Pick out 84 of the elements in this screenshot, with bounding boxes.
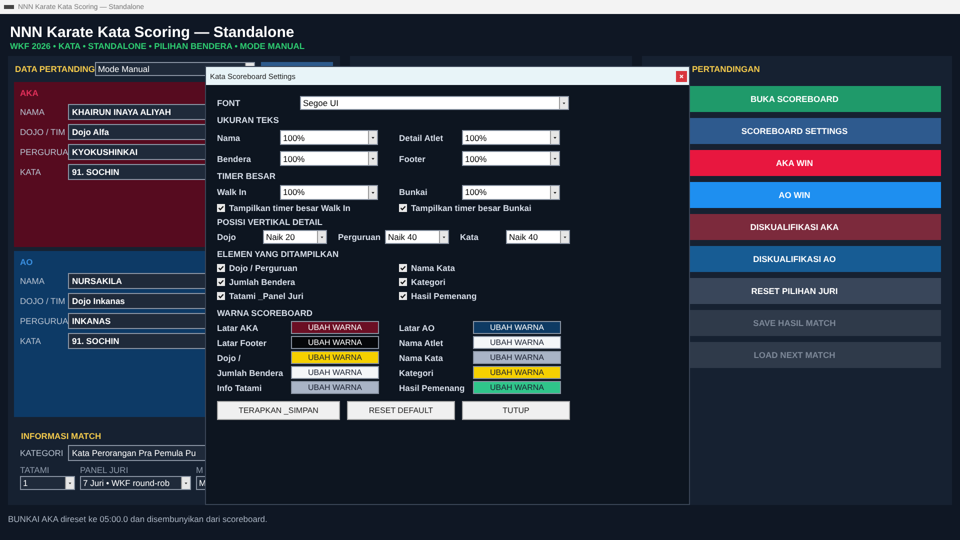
app-subtitle: WKF 2026 • KATA • STANDALONE • PILIHAN BENDERA • MODE MANUAL: [10, 41, 306, 52]
field-label: Detail Atlet: [399, 132, 444, 142]
color-button[interactable]: UBAH WARNA: [291, 381, 379, 394]
field-label: Dojo /: [217, 352, 242, 362]
field-label: Latar Footer: [217, 338, 268, 348]
field-label: Dojo: [217, 232, 237, 242]
field-label: Info Tatami: [217, 382, 263, 392]
dialog-button[interactable]: TERAPKAN _SIMPAN: [217, 401, 340, 420]
size-dropdown[interactable]: 100%: [462, 151, 560, 166]
checkbox[interactable]: [217, 204, 225, 212]
corner-label: AKA: [20, 88, 38, 98]
field-label: TATAMI: [20, 465, 50, 476]
checkbox-label: Nama Kata: [411, 263, 455, 273]
field-label: DOJO / TIM: [20, 126, 66, 137]
checkbox-label: Jumlah Bendera: [229, 277, 296, 287]
status-message: BUNKAI AKA direset ke 05:00.0 dan disembunyikan dari scoreboard.: [8, 514, 268, 524]
field-label: KATA: [20, 166, 42, 177]
checkbox-label: Tampilkan timer besar Walk In: [229, 203, 350, 213]
checkbox[interactable]: [399, 278, 407, 286]
field-label: Footer: [399, 154, 426, 164]
checkbox-label: Tatami _Panel Juri: [229, 291, 304, 301]
field-label: KATA: [20, 336, 42, 346]
section-title: PERTANDINGAN: [691, 64, 760, 74]
field-label: DOJO / TIM: [20, 296, 66, 306]
checkbox[interactable]: [399, 292, 407, 300]
field-label: PERGURUA: [20, 146, 68, 157]
field-label: Latar AKA: [217, 322, 260, 332]
color-button[interactable]: UBAH WARNA: [291, 321, 379, 334]
field-label: M: [196, 465, 204, 476]
dropdown[interactable]: 7 Juri • WKF round-rob: [80, 476, 191, 490]
size-dropdown[interactable]: 100%: [280, 184, 378, 200]
position-dropdown[interactable]: Naik 20: [263, 230, 327, 244]
checkbox[interactable]: [217, 264, 225, 272]
section-title: INFORMASI MATCH: [20, 431, 102, 442]
color-button[interactable]: UBAH WARNA: [473, 321, 561, 334]
field-label: Bunkai: [399, 187, 428, 197]
field-label: NAMA: [20, 276, 46, 286]
color-button[interactable]: UBAH WARNA: [291, 336, 379, 349]
size-dropdown[interactable]: 100%: [462, 130, 560, 145]
section-heading: POSISI VERTIKAL DETAIL: [217, 216, 324, 229]
field-label: KATEGORI: [20, 448, 64, 458]
close-icon[interactable]: [676, 70, 687, 82]
field-label: Hasil Pemenang: [399, 382, 466, 392]
field-label: Nama Kata: [399, 352, 444, 362]
corner-label: AO: [20, 257, 33, 268]
checkbox-label: Dojo / Perguruan: [229, 263, 298, 273]
field-label: PERGURUA: [20, 316, 68, 326]
font-dropdown[interactable]: Segoe UI: [300, 96, 569, 110]
color-button[interactable]: UBAH WARNA: [473, 381, 561, 394]
checkbox[interactable]: [217, 278, 225, 286]
color-button[interactable]: UBAH WARNA: [473, 351, 561, 364]
section-heading: ELEMEN YANG DITAMPILKAN: [217, 248, 340, 261]
checkbox[interactable]: [399, 264, 407, 272]
color-button[interactable]: UBAH WARNA: [291, 366, 379, 379]
field-label: Walk In: [217, 187, 248, 197]
checkbox-label: Tampilkan timer besar Bunkai: [411, 203, 532, 213]
field-label: Kategori: [399, 368, 434, 378]
checkbox[interactable]: [217, 292, 225, 300]
field-label: Latar AO: [399, 322, 436, 332]
color-button[interactable]: UBAH WARNA: [473, 336, 561, 349]
app-title: NNN Karate Kata Scoring — Standalone: [10, 24, 296, 41]
color-button[interactable]: UBAH WARNA: [291, 351, 379, 364]
field-label: Nama Atlet: [399, 338, 444, 348]
field-label: Kata: [460, 232, 480, 242]
color-button[interactable]: UBAH WARNA: [473, 366, 561, 379]
position-dropdown[interactable]: Naik 40: [385, 230, 449, 244]
position-dropdown[interactable]: Naik 40: [506, 230, 570, 244]
dialog-button[interactable]: TUTUP: [462, 401, 570, 420]
field-label: Nama: [217, 132, 242, 142]
size-dropdown[interactable]: 100%: [462, 184, 560, 200]
field-label: Jumlah Bendera: [217, 368, 284, 378]
app-icon: [4, 5, 14, 9]
dropdown[interactable]: 1: [20, 476, 75, 490]
field-label: NAMA: [20, 106, 46, 117]
field-label: PANEL JURI: [80, 465, 130, 476]
field-label: Perguruan: [338, 232, 382, 242]
size-dropdown[interactable]: 100%: [280, 151, 378, 166]
section-title: DATA PERTANDING: [14, 64, 95, 74]
checkbox-label: Kategori: [411, 277, 446, 287]
dialog-button[interactable]: RESET DEFAULT: [347, 401, 455, 420]
checkbox[interactable]: [399, 204, 407, 212]
size-dropdown[interactable]: 100%: [280, 130, 378, 145]
checkbox-label: Hasil Pemenang: [411, 291, 477, 301]
section-heading: TIMER BESAR: [217, 170, 277, 183]
